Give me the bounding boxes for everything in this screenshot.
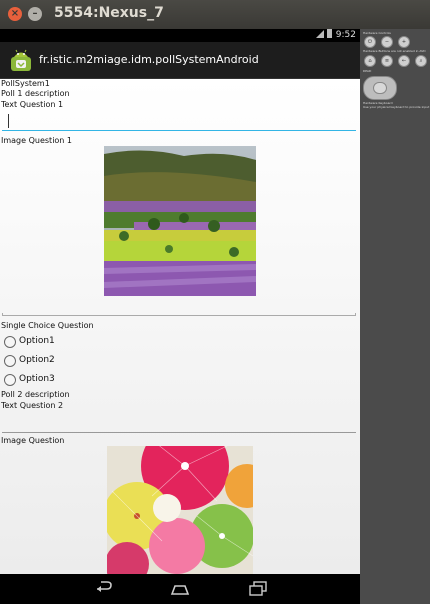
poll-system-label: PollSystem1 [1,79,50,88]
image-divider-1 [2,313,356,316]
close-window-button[interactable]: × [8,7,22,21]
volume-up-icon[interactable]: + [398,36,410,48]
minimize-window-button[interactable]: – [28,7,42,21]
back-icon[interactable] [93,580,113,598]
image-question-2: Image Question [1,436,65,445]
radio-button-icon [4,336,16,348]
poll1-description: Poll 1 description [1,89,70,98]
text-answer-2-input[interactable] [2,414,356,433]
radio-button-icon [4,374,16,386]
back-hw-icon[interactable]: ← [398,55,410,67]
emulator-screen: 9:52 fr.istic.m2miage.idm.pollSystemAndr… [0,29,360,604]
recent-apps-icon[interactable] [248,580,268,598]
home-icon[interactable] [170,580,190,598]
keyboard-note: Use your physical keyboard to provide in… [363,105,430,109]
hardware-buttons-note: Hardware Buttons are not enabled in AVD [363,49,426,53]
poll-content: PollSystem1 Poll 1 description Text Ques… [0,79,360,574]
status-bar: 9:52 [0,29,360,42]
search-hw-icon[interactable]: ⌕ [415,55,427,67]
text-question-1: Text Question 1 [1,100,64,109]
text-question-2: Text Question 2 [1,401,64,410]
home-hw-icon[interactable]: ⌂ [364,55,376,67]
single-choice-question: Single Choice Question [1,321,94,330]
lavender-field-image [104,146,256,296]
dpad-center-button[interactable] [373,82,387,94]
dpad-label: DPAD [363,69,372,73]
battery-icon [326,29,332,38]
volume-down-icon[interactable]: − [381,36,393,48]
poll2-description: Poll 2 description [1,390,70,399]
menu-hw-icon[interactable]: ≡ [381,55,393,67]
action-bar: fr.istic.m2miage.idm.pollSystemAndroid [0,42,360,79]
dpad-control[interactable] [363,76,397,100]
emulator-control-panel: Hardware Controls ⏻ − + Hardware Buttons… [360,29,430,604]
radio-button-icon [4,355,16,367]
navigation-bar [0,574,360,604]
window-title-bar: × – 5554:Nexus_7 [0,0,430,29]
android-app-icon [11,49,31,71]
signal-icon [315,30,324,38]
text-cursor [8,114,9,128]
umbrellas-image [107,446,253,574]
text-answer-1-input[interactable] [2,112,356,131]
image-question-1: Image Question 1 [1,136,73,145]
app-package-title: fr.istic.m2miage.idm.pollSystemAndroid [39,53,259,66]
hardware-controls-label: Hardware Controls [363,31,391,35]
window-title: 5554:Nexus_7 [54,5,164,21]
status-time: 9:52 [335,30,356,40]
power-icon[interactable]: ⏻ [364,36,376,48]
